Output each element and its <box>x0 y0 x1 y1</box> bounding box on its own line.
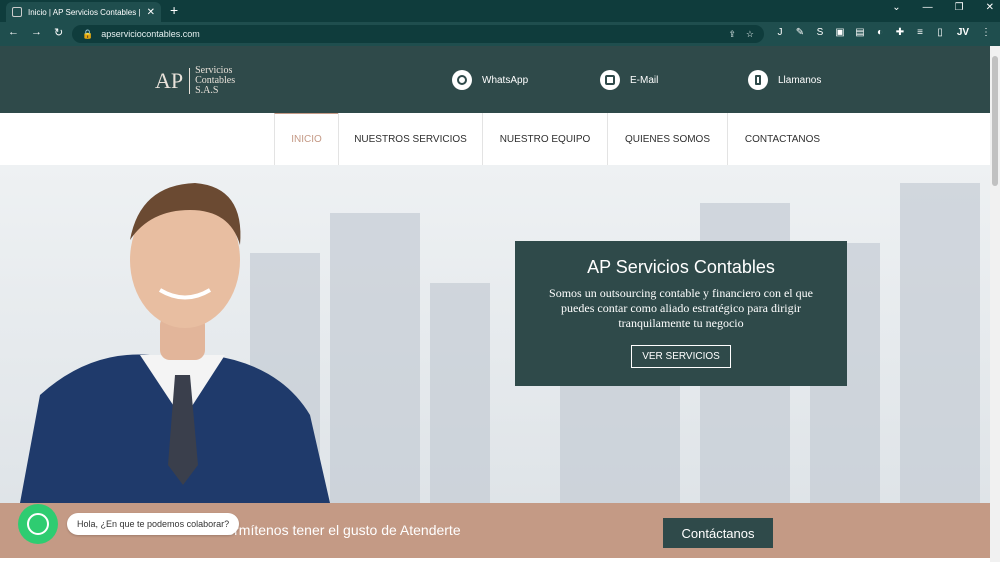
new-tab-icon[interactable]: + <box>170 2 178 18</box>
close-tab-icon[interactable]: ✕ <box>147 7 155 18</box>
browser-tab[interactable]: Inicio | AP Servicios Contables | S ✕ <box>6 2 161 22</box>
back-icon[interactable]: ← <box>8 26 19 39</box>
background-building <box>900 183 980 503</box>
bookmark-star-icon[interactable]: ☆ <box>746 29 754 40</box>
whatsapp-link[interactable]: WhatsApp <box>452 70 528 90</box>
whatsapp-float-button[interactable] <box>18 504 58 544</box>
profile-avatar[interactable]: JV <box>954 27 972 39</box>
scrollbar-thumb[interactable] <box>992 56 998 186</box>
close-window-icon[interactable]: ✕ <box>986 2 994 13</box>
window-controls: ⌄ — ❐ ✕ <box>892 2 994 13</box>
whatsapp-label: WhatsApp <box>482 74 529 86</box>
reading-list-icon[interactable]: ≡ <box>914 27 926 39</box>
page-scrollbar[interactable] <box>990 46 1000 562</box>
email-label: E-Mail <box>630 74 659 86</box>
logo-ap: AP <box>155 68 191 94</box>
site-header: AP Servicios Contables S.A.S WhatsApp E-… <box>0 46 990 113</box>
background-building <box>330 213 420 503</box>
hero-banner: AP Servicios Contables Somos un outsourc… <box>0 165 990 503</box>
contactanos-button[interactable]: Contáctanos <box>663 518 773 548</box>
whatsapp-icon <box>27 513 49 535</box>
restore-icon[interactable]: ❐ <box>955 2 964 13</box>
nav-item-contactanos[interactable]: CONTACTANOS <box>727 113 837 165</box>
extension-icon[interactable]: J <box>774 27 786 39</box>
puzzle-icon[interactable]: ✚ <box>894 27 906 39</box>
extension-icon[interactable]: ◐ <box>874 27 886 39</box>
email-icon <box>600 70 620 90</box>
hero-title: AP Servicios Contables <box>587 257 775 277</box>
favicon-icon <box>12 7 22 17</box>
extensions-area: J ✎ S ▣ ▤ ◐ ✚ ≡ ▯ JV ⋮ <box>774 27 992 39</box>
tab-search-icon[interactable]: ⌄ <box>892 2 900 13</box>
address-bar-row: ← → ↻ 🔒 apserviciocontables.com ⇪ ☆ J ✎ … <box>0 22 1000 46</box>
browser-window: Inicio | AP Servicios Contables | S ✕ + … <box>0 0 1000 562</box>
reload-icon[interactable]: ↻ <box>54 26 63 39</box>
extension-icon[interactable]: ▣ <box>834 27 846 39</box>
hero-description: Somos un outsourcing contable y financie… <box>549 286 813 330</box>
call-link[interactable]: Llamanos <box>748 70 821 90</box>
call-label: Llamanos <box>778 74 822 86</box>
nav-item-quienes-somos[interactable]: QUIENES SOMOS <box>607 113 727 165</box>
whatsapp-icon <box>452 70 472 90</box>
extension-icon[interactable]: S <box>814 27 826 39</box>
background-building <box>430 283 490 503</box>
hero-info-box: AP Servicios Contables Somos un outsourc… <box>515 241 847 386</box>
nav-item-inicio[interactable]: INICIO <box>274 113 338 165</box>
logo-line: S.A.S <box>195 85 219 96</box>
band-text: Permítenos tener el gusto de Atenderte <box>217 522 461 538</box>
ver-servicios-button[interactable]: VER SERVICIOS <box>631 345 731 368</box>
email-link[interactable]: E-Mail <box>600 70 658 90</box>
logo-subtitle: Servicios Contables S.A.S <box>190 66 235 96</box>
site-logo[interactable]: AP Servicios Contables S.A.S <box>155 66 235 96</box>
url-text: apserviciocontables.com <box>101 29 200 39</box>
whatsapp-bubble[interactable]: Hola, ¿En que te podemos colaborar? <box>67 513 240 535</box>
tab-bar: Inicio | AP Servicios Contables | S ✕ + … <box>0 0 1000 22</box>
side-panel-icon[interactable]: ▯ <box>934 27 946 39</box>
phone-icon <box>748 70 768 90</box>
url-bar[interactable]: 🔒 apserviciocontables.com ⇪ ☆ <box>72 25 764 43</box>
nav-item-equipo[interactable]: NUESTRO EQUIPO <box>482 113 607 165</box>
forward-icon[interactable]: → <box>31 26 42 39</box>
menu-icon[interactable]: ⋮ <box>980 27 992 39</box>
nav-item-servicios[interactable]: NUESTROS SERVICIOS <box>338 113 482 165</box>
extension-icon[interactable]: ✎ <box>794 27 806 39</box>
main-nav: INICIO NUESTROS SERVICIOS NUESTRO EQUIPO… <box>0 113 990 165</box>
lock-icon: 🔒 <box>82 28 94 39</box>
businessman-photo <box>20 183 330 503</box>
minimize-icon[interactable]: — <box>923 2 933 13</box>
share-icon[interactable]: ⇪ <box>728 29 736 40</box>
extension-icon[interactable]: ▤ <box>854 27 866 39</box>
tab-title: Inicio | AP Servicios Contables | S <box>28 7 143 17</box>
